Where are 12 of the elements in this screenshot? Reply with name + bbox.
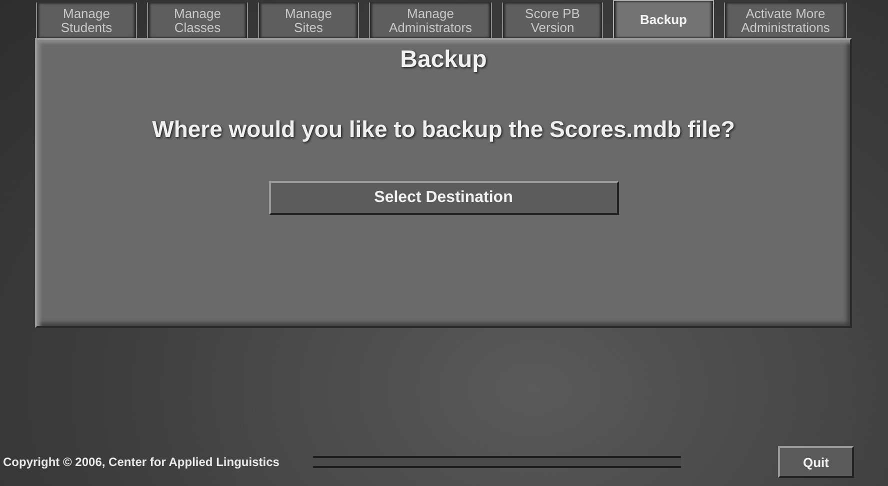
copyright-text: Copyright © 2006, Center for Applied Linguistics [3,455,280,469]
question-text: Where would you like to backup the Scores.mdb file? [152,116,735,143]
tab[interactable]: Manage Sites [258,2,359,38]
tab[interactable]: Manage Classes [147,2,248,38]
tab[interactable]: Activate More Administrations [724,2,847,38]
tab[interactable]: Score PB Version [502,2,603,38]
select-destination-button[interactable]: Select Destination [268,181,618,215]
panel-title: Backup [400,46,487,74]
tab[interactable]: Manage Students [36,2,137,38]
tab[interactable]: Manage Administrators [369,2,492,38]
tab[interactable]: Backup [613,0,714,38]
quit-button[interactable]: Quit [778,446,854,478]
